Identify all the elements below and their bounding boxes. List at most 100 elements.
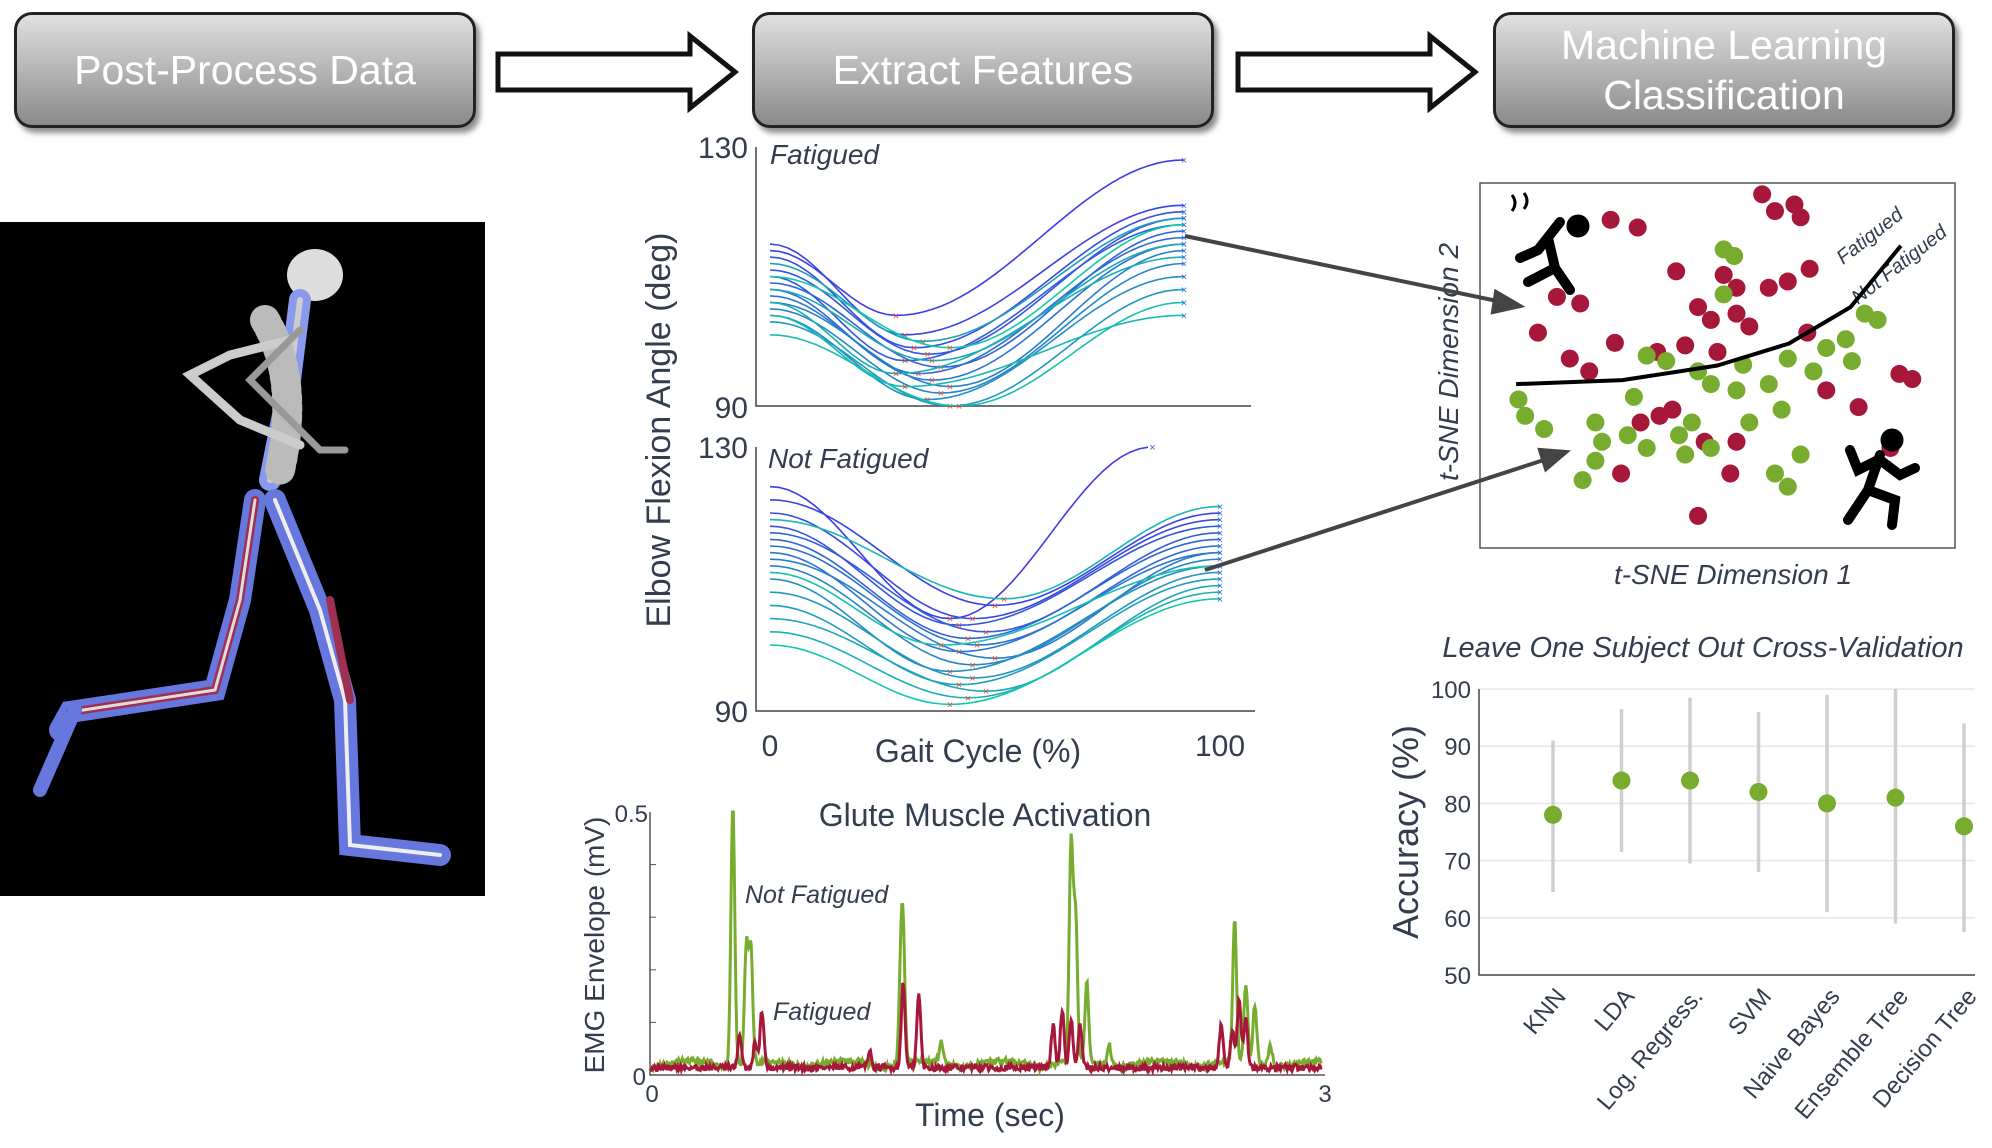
- chart-title: Leave One Subject Out Cross-Validation: [1442, 632, 1963, 664]
- tsne-point: [1516, 406, 1535, 425]
- emg-series-line: [649, 982, 1323, 1077]
- fatigued-runner-icon: [1510, 192, 1590, 295]
- feature-marker: ×: [1181, 310, 1187, 322]
- feature-marker: ×: [1181, 252, 1187, 264]
- tsne-point: [1817, 338, 1836, 357]
- feature-marker: ×: [956, 401, 962, 413]
- tsne-point: [1714, 285, 1733, 304]
- feature-marker: ×: [956, 620, 962, 632]
- tsne-point: [1759, 375, 1778, 394]
- running-person-icon: [1843, 428, 1920, 530]
- y-tick: 70: [1444, 849, 1471, 876]
- feature-marker: ×: [1181, 155, 1187, 167]
- tsne-point: [1800, 259, 1819, 278]
- feature-marker: ×: [1217, 501, 1223, 513]
- series-label-not-fatigued: Not Fatigued: [745, 881, 889, 909]
- y-tick: 0.5: [615, 801, 648, 828]
- angle-curve: [769, 211, 1185, 349]
- tsne-point: [1586, 451, 1605, 470]
- x-axis-label: Time (sec): [915, 1097, 1065, 1133]
- tsne-point: [1689, 506, 1708, 525]
- accuracy-point: [1749, 782, 1768, 801]
- tsne-point: [1593, 432, 1612, 451]
- feature-marker: ×: [947, 401, 953, 413]
- tsne-point: [1740, 317, 1759, 336]
- tsne-point: [1612, 464, 1631, 483]
- series-label-fatigued: Fatigued: [773, 998, 871, 1026]
- accuracy-chart: Leave One Subject Out Cross-Validation A…: [1385, 632, 1983, 1125]
- panel-label-fatigued: Fatigued: [770, 139, 880, 170]
- tsne-point: [1791, 208, 1810, 227]
- feature-arrows: [1184, 234, 1571, 572]
- tsne-point: [1772, 400, 1791, 419]
- feature-marker: ×: [1217, 594, 1223, 606]
- x-tick: 3: [1318, 1081, 1331, 1108]
- y-tick: 90: [715, 696, 748, 729]
- accuracy-point: [1544, 805, 1562, 824]
- feature-marker: ×: [893, 310, 899, 322]
- tsne-point: [1725, 247, 1744, 265]
- tsne-point: [1637, 438, 1656, 457]
- right-arrow-icon: [1235, 30, 1480, 114]
- x-axis-label: Gait Cycle (%): [875, 733, 1081, 769]
- tsne-point: [1765, 464, 1784, 483]
- accuracy-point: [1681, 771, 1699, 790]
- x-tick: KNN: [1518, 984, 1571, 1040]
- y-tick: 100: [1431, 677, 1471, 704]
- tsne-point: [1573, 471, 1592, 490]
- tsne-point: [1855, 304, 1874, 323]
- angle-curve: [769, 598, 1221, 706]
- x-tick: LDA: [1589, 984, 1640, 1037]
- tsne-point: [1624, 387, 1643, 406]
- emg-chart: Glute Muscle Activation EMG Envelope (mV…: [579, 797, 1332, 1133]
- feature-marker: ×: [947, 343, 953, 355]
- accuracy-point: [1955, 817, 1973, 836]
- y-tick: 50: [1444, 963, 1471, 990]
- tsne-point: [1560, 349, 1579, 368]
- tsne-point: [1708, 342, 1727, 361]
- feature-marker: ×: [992, 600, 998, 612]
- tsne-point: [1778, 349, 1797, 368]
- angle-curve: [769, 301, 1185, 406]
- tsne-point: [1670, 426, 1689, 445]
- tsne-point: [1682, 413, 1701, 432]
- x-tick: 0: [645, 1081, 658, 1108]
- tsne-point: [1667, 262, 1686, 281]
- y-tick: 60: [1444, 906, 1471, 933]
- tsne-point: [1740, 413, 1759, 432]
- feature-marker: ×: [1181, 239, 1187, 251]
- y-tick: 130: [698, 132, 748, 165]
- tsne-point: [1618, 426, 1637, 445]
- accuracy-point: [1612, 771, 1631, 790]
- tsne-point: [1509, 390, 1528, 409]
- tsne-point: [1727, 304, 1746, 323]
- feature-marker: ×: [1181, 220, 1187, 232]
- y-tick: 80: [1444, 791, 1471, 818]
- y-tick: 90: [715, 392, 748, 425]
- y-axis-label: EMG Envelope (mV): [579, 817, 610, 1074]
- tsne-point: [1580, 362, 1599, 381]
- x-axis-label: t-SNE Dimension 1: [1614, 559, 1852, 590]
- accuracy-point: [1886, 788, 1905, 807]
- feature-marker: ×: [1181, 284, 1187, 296]
- tsne-point: [1528, 323, 1547, 342]
- feature-marker: ×: [1181, 297, 1187, 309]
- tsne-point: [1637, 346, 1656, 365]
- tsne-point: [1601, 210, 1620, 229]
- y-tick: 0: [633, 1064, 646, 1091]
- tsne-point: [1721, 464, 1740, 483]
- feature-marker: ×: [956, 680, 962, 692]
- feature-marker: ×: [1001, 594, 1007, 606]
- angle-curve: [769, 249, 1185, 388]
- tsne-point: [1701, 310, 1720, 329]
- figure-canvas: Elbow Flexion Angle (deg) Fatigued Not F…: [0, 30, 1983, 1133]
- accuracy-point: [1818, 794, 1836, 813]
- tsne-point: [1753, 185, 1772, 204]
- feature-marker: ×: [947, 699, 953, 711]
- tsne-point: [1759, 278, 1778, 297]
- tsne-point: [1535, 420, 1554, 439]
- chart-title: Glute Muscle Activation: [819, 797, 1152, 833]
- tsne-point: [1547, 287, 1566, 306]
- tsne-point: [1676, 336, 1695, 355]
- tsne-point: [1836, 330, 1855, 349]
